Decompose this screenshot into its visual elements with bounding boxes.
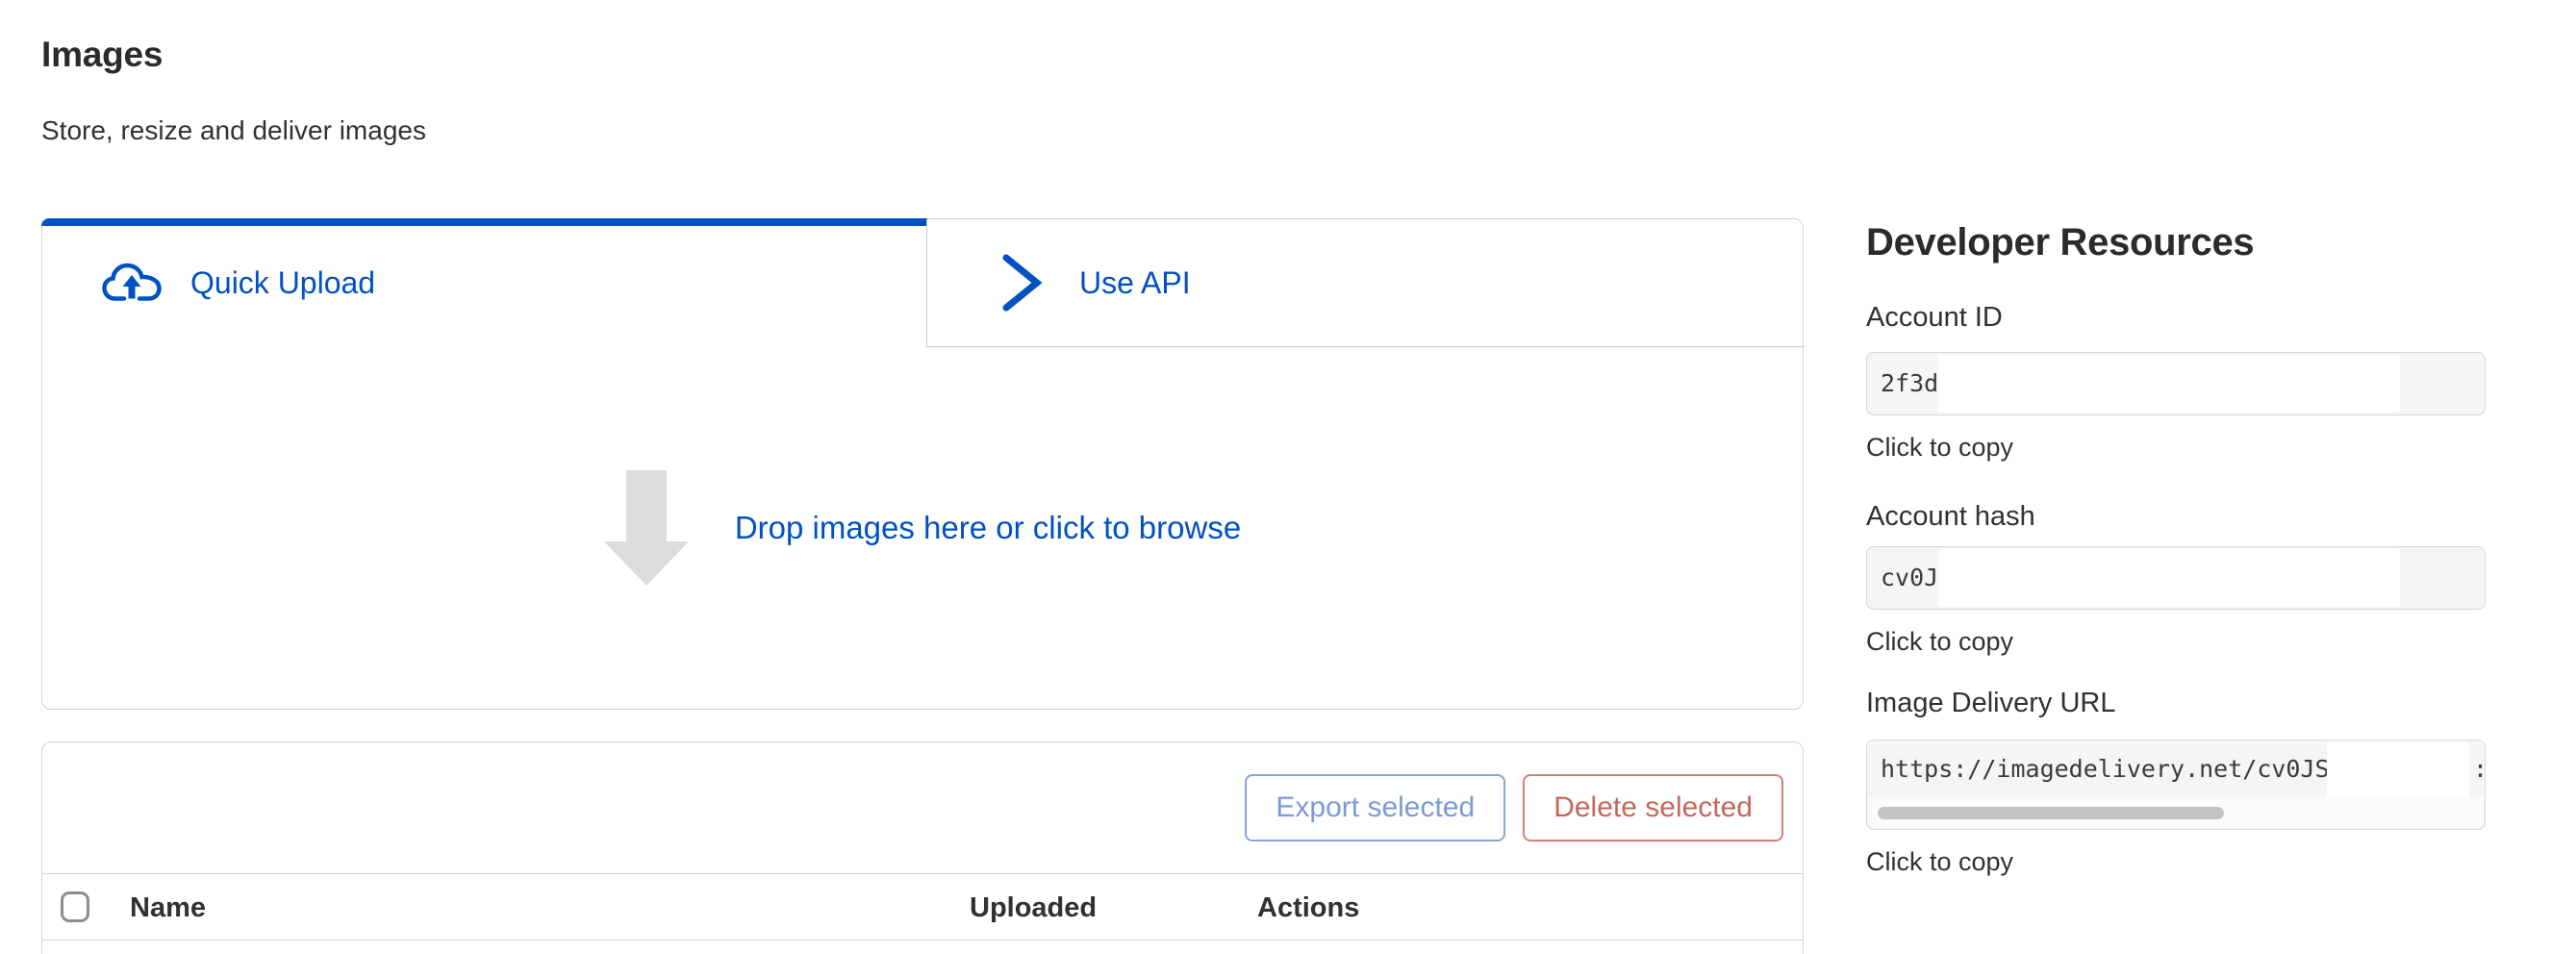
image-delivery-url-copy-hint: Click to copy	[1866, 847, 2013, 877]
developer-resources-title: Developer Resources	[1866, 221, 2254, 264]
account-id-value: 2f3d	[1881, 353, 1938, 414]
tab-use-api-label: Use API	[1079, 265, 1191, 301]
arrow-down-icon	[604, 470, 689, 586]
redaction-overlay	[1938, 355, 2400, 413]
account-id-label: Account ID	[1866, 302, 2003, 334]
table-header-row: Name Uploaded Actions	[42, 873, 1803, 941]
redaction-overlay	[1938, 549, 2400, 607]
account-hash-label: Account hash	[1866, 501, 2035, 533]
account-hash-copy-hint: Click to copy	[1866, 627, 2013, 657]
redaction-overlay	[2327, 742, 2469, 798]
image-delivery-url-value: https://imagedelivery.net/cv0JS	[1881, 741, 2330, 798]
tab-use-api[interactable]: Use API	[926, 219, 1805, 347]
select-all-checkbox[interactable]	[61, 891, 89, 922]
column-header-actions: Actions	[1257, 874, 1359, 941]
image-dropzone[interactable]: Drop images here or click to browse	[42, 347, 1803, 709]
image-list-card: Export selected Delete selected Name Upl…	[41, 741, 1804, 954]
account-hash-value: cv0J	[1881, 547, 1938, 608]
list-toolbar: Export selected Delete selected	[42, 742, 1803, 873]
account-id-field[interactable]: 2f3d	[1866, 352, 2486, 415]
cloud-upload-icon	[102, 263, 162, 305]
column-header-name: Name	[130, 874, 206, 941]
column-header-uploaded: Uploaded	[970, 874, 1097, 941]
image-delivery-url-field[interactable]: https://imagedelivery.net/cv0JS :	[1866, 740, 2486, 830]
page-title: Images	[41, 35, 163, 75]
account-id-copy-hint: Click to copy	[1866, 433, 2013, 463]
delete-selected-button[interactable]: Delete selected	[1523, 774, 1783, 841]
account-hash-field[interactable]: cv0J	[1866, 546, 2486, 610]
dropzone-label: Drop images here or click to browse	[735, 510, 1241, 546]
image-delivery-url-fragment: :	[2473, 741, 2488, 798]
chevron-right-icon	[1000, 253, 1043, 313]
tab-quick-upload-label: Quick Upload	[190, 265, 375, 301]
image-delivery-url-label: Image Delivery URL	[1866, 688, 2115, 719]
image-delivery-url-text-row: https://imagedelivery.net/cv0JS :	[1867, 741, 2485, 799]
horizontal-scrollbar-track	[1868, 797, 2484, 828]
tab-quick-upload[interactable]: Quick Upload	[42, 219, 926, 347]
horizontal-scrollbar-thumb[interactable]	[1878, 807, 2224, 819]
images-page: Images Store, resize and deliver images …	[0, 0, 2576, 954]
upload-card: Quick Upload Use API Drop images here or…	[41, 218, 1804, 710]
page-subtitle: Store, resize and deliver images	[41, 115, 426, 146]
export-selected-button[interactable]: Export selected	[1245, 774, 1505, 841]
active-tab-indicator	[41, 218, 927, 226]
